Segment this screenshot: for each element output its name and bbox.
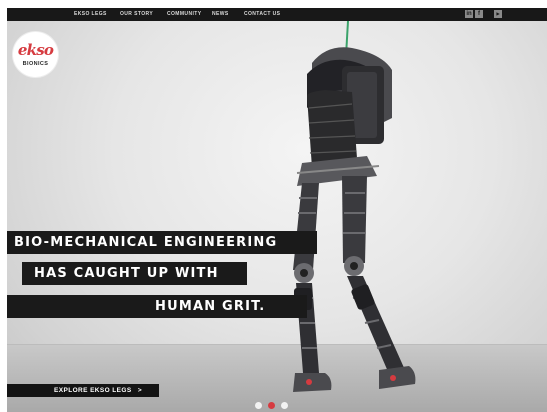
chevron-right-icon: > — [137, 387, 143, 394]
explore-button-label: EXPLORE EKSO LEGS — [54, 387, 132, 394]
facebook-icon[interactable]: f — [475, 10, 483, 18]
linkedin-icon[interactable]: in — [465, 10, 473, 18]
slider-pagination — [255, 402, 295, 412]
exoskeleton-figure — [293, 20, 416, 392]
headline-line-1: BIO-MECHANICAL ENGINEERING — [7, 231, 317, 254]
nav-news[interactable]: NEWS — [212, 10, 229, 19]
headline-line-3: HUMAN GRIT. — [7, 295, 307, 318]
slider-dot-3[interactable] — [281, 402, 288, 409]
top-navigation: EKSO LEGS OUR STORY COMMUNITY NEWS CONTA… — [7, 8, 547, 21]
page-frame: EKSO LEGS OUR STORY COMMUNITY NEWS CONTA… — [0, 0, 547, 412]
hero-banner: EKSO LEGS OUR STORY COMMUNITY NEWS CONTA… — [7, 8, 547, 412]
exoskeleton-image — [293, 20, 416, 392]
nav-contact-us[interactable]: CONTACT US — [244, 10, 280, 19]
logo-script-text: ekso — [17, 41, 54, 59]
slider-dot-2-active[interactable] — [268, 402, 275, 409]
slider-dot-1[interactable] — [255, 402, 262, 409]
nav-community[interactable]: COMMUNITY — [167, 10, 201, 19]
nav-ekso-legs[interactable]: EKSO LEGS — [74, 10, 107, 19]
nav-our-story[interactable]: OUR STORY — [120, 10, 153, 19]
explore-ekso-legs-button[interactable]: EXPLORE EKSO LEGS > — [7, 384, 159, 397]
headline-line-2: HAS CAUGHT UP WITH — [22, 262, 247, 285]
ekso-bionics-logo[interactable]: ekso BIONICS — [13, 32, 58, 77]
youtube-icon[interactable]: ▶ — [494, 10, 502, 18]
logo-subtitle: BIONICS — [22, 61, 49, 67]
